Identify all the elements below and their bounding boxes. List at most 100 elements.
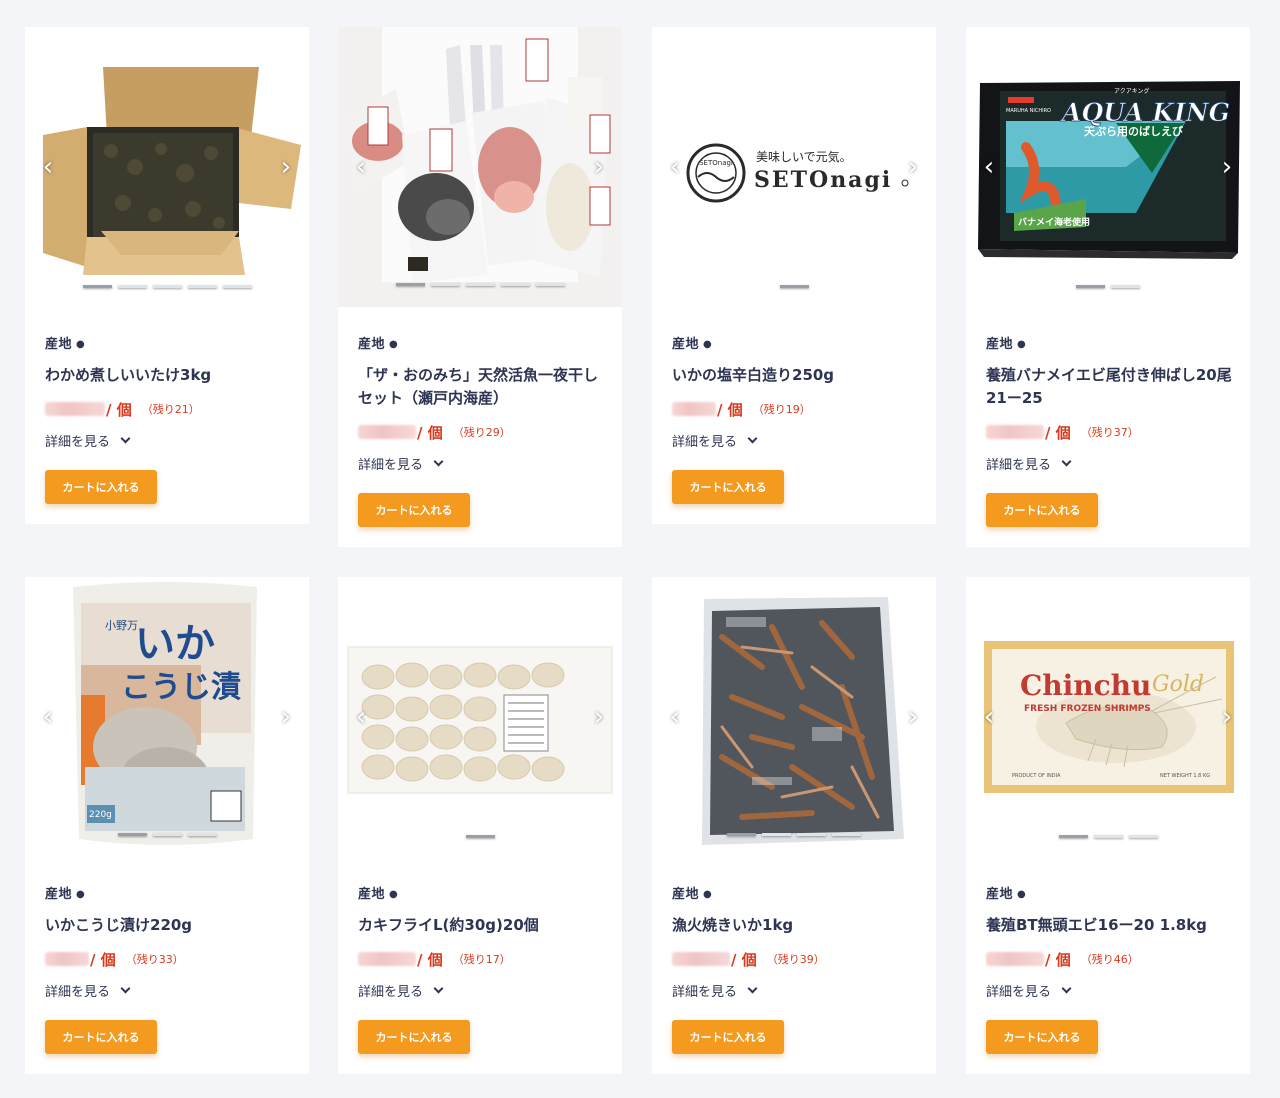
carousel-next-arrow-icon[interactable]: › — [902, 153, 924, 181]
carousel-prev-arrow-icon[interactable]: ‹ — [37, 153, 59, 181]
carousel-indicator[interactable] — [187, 285, 217, 288]
details-toggle[interactable]: 詳細を見る — [986, 981, 1236, 1000]
product-image-carousel[interactable]: AQUA KING 天ぷら用のばしえび バナメイ海老使用 アクアキング MARU… — [966, 27, 1250, 307]
carousel-prev-arrow-icon[interactable]: ‹ — [978, 153, 1000, 181]
cardboard-box-image — [43, 67, 301, 275]
product-title: カキフライL(約30g)20個 — [358, 916, 539, 934]
details-toggle[interactable]: 詳細を見る — [45, 431, 295, 450]
chinchu-gold: Gold — [1152, 672, 1204, 697]
aqua-king-subtitle: 天ぷら用のばしえび — [1084, 124, 1184, 138]
details-toggle[interactable]: 詳細を見る — [672, 431, 922, 450]
carousel-prev-arrow-icon[interactable]: ‹ — [664, 703, 686, 731]
price-row: / 個 （残り17） — [358, 949, 608, 969]
carousel-indicator[interactable] — [222, 285, 252, 288]
carousel-indicator[interactable] — [430, 283, 460, 286]
aqua-king-note: バナメイ海老使用 — [1018, 216, 1090, 228]
add-to-cart-button[interactable]: カートに入れる — [672, 470, 784, 504]
carousel-indicator[interactable] — [1058, 835, 1088, 838]
carousel-indicator[interactable] — [797, 833, 826, 836]
carousel-next-arrow-icon[interactable]: › — [588, 153, 610, 181]
carousel-indicator[interactable] — [779, 285, 809, 288]
details-toggle[interactable]: 詳細を見る — [672, 981, 922, 1000]
carousel-indicator[interactable] — [832, 833, 861, 836]
carousel-indicator[interactable] — [117, 833, 147, 836]
details-toggle[interactable]: 詳細を見る — [45, 981, 295, 1000]
chevron-down-icon — [747, 983, 758, 993]
carousel-indicator[interactable] — [762, 833, 791, 836]
origin-label: 産地 ● — [358, 887, 399, 902]
details-toggle[interactable]: 詳細を見る — [986, 454, 1236, 473]
price-value-blurred — [45, 402, 105, 416]
carousel-indicators — [25, 833, 309, 836]
carousel-prev-arrow-icon[interactable]: ‹ — [350, 153, 372, 181]
stock-remaining: （残り19） — [752, 403, 811, 416]
chevron-down-icon — [433, 983, 444, 993]
carousel-indicator[interactable] — [187, 833, 217, 836]
carousel-prev-arrow-icon[interactable]: ‹ — [978, 703, 1000, 731]
product-image-carousel[interactable]: ‹ › — [338, 27, 622, 307]
carousel-next-arrow-icon[interactable]: › — [902, 703, 924, 731]
carousel-next-arrow-icon[interactable]: › — [275, 153, 297, 181]
product-image-carousel[interactable]: ‹ › — [25, 27, 309, 307]
carousel-next-arrow-icon[interactable]: › — [588, 703, 610, 731]
chinchu-subtitle: FRESH FROZEN SHRIMPS — [1024, 704, 1151, 714]
carousel-indicator[interactable] — [117, 285, 147, 288]
add-to-cart-button[interactable]: カートに入れる — [672, 1020, 784, 1054]
add-to-cart-button[interactable]: カートに入れる — [986, 493, 1098, 527]
carousel-indicators — [338, 835, 622, 838]
add-to-cart-button[interactable]: カートに入れる — [358, 493, 470, 527]
add-to-cart-button[interactable]: カートに入れる — [358, 1020, 470, 1054]
product-card: ‹ › 産地 ● わかめ煮しいいたけ3kg / 個 （残り21） 詳細を見る カー… — [25, 27, 309, 524]
add-to-cart-button[interactable]: カートに入れる — [986, 1020, 1098, 1054]
stock-remaining: （残り39） — [766, 953, 825, 966]
carousel-indicator[interactable] — [1076, 285, 1105, 288]
origin-label: 産地 ● — [358, 337, 399, 352]
dried-fish-set-image — [338, 27, 622, 307]
pack-title-2: こうじ漬 — [121, 670, 241, 705]
aqua-king-box-image: AQUA KING 天ぷら用のばしえび バナメイ海老使用 アクアキング MARU… — [978, 81, 1240, 259]
stock-remaining: （残り37） — [1080, 426, 1139, 439]
price-row: / 個 （残り21） — [45, 399, 295, 419]
carousel-indicator[interactable] — [465, 283, 495, 286]
pack-weight: 220g — [89, 810, 112, 820]
carousel-next-arrow-icon[interactable]: › — [275, 703, 297, 731]
carousel-indicator[interactable] — [152, 285, 182, 288]
origin-label: 産地 ● — [672, 887, 713, 902]
carousel-indicator[interactable] — [1111, 285, 1140, 288]
carousel-prev-arrow-icon[interactable]: ‹ — [664, 153, 686, 181]
carousel-indicator[interactable] — [535, 283, 565, 286]
carousel-indicators — [652, 833, 936, 836]
carousel-indicator[interactable] — [465, 835, 495, 838]
details-toggle[interactable]: 詳細を見る — [358, 454, 608, 473]
carousel-indicator[interactable] — [1093, 835, 1123, 838]
product-image-carousel[interactable]: ‹ › — [652, 577, 936, 857]
carousel-prev-arrow-icon[interactable]: ‹ — [350, 703, 372, 731]
pack-maker: 小野万 — [105, 619, 138, 632]
add-to-cart-button[interactable]: カートに入れる — [45, 1020, 157, 1054]
carousel-prev-arrow-icon[interactable]: ‹ — [37, 703, 59, 731]
product-image-carousel[interactable]: Chinchu Gold FRESH FROZEN SHRIMPS PRODUC… — [966, 577, 1250, 857]
product-card: 小野万 いか こうじ漬 220g ‹ › 産地 ● いかこうじ漬け220g / 個… — [25, 577, 309, 1074]
carousel-next-arrow-icon[interactable]: › — [1216, 703, 1238, 731]
carousel-indicator[interactable] — [82, 285, 112, 288]
price-unit: / 個 — [1045, 950, 1071, 969]
price-unit: / 個 — [731, 950, 757, 969]
product-grid: ‹ › 産地 ● わかめ煮しいいたけ3kg / 個 （残り21） 詳細を見る カー… — [0, 0, 1280, 1098]
price-value-blurred — [986, 425, 1044, 439]
carousel-indicator[interactable] — [152, 833, 182, 836]
product-image-carousel[interactable]: SETOnagi 美味しいで元気。 SETOnagi ‹ › — [652, 27, 936, 307]
carousel-indicator[interactable] — [500, 283, 530, 286]
chevron-down-icon — [1061, 983, 1072, 993]
setonagi-tagline: 美味しいで元気。 — [756, 149, 852, 164]
product-image-carousel[interactable]: ‹ › — [338, 577, 622, 857]
carousel-indicators — [652, 285, 936, 288]
carousel-next-arrow-icon[interactable]: › — [1216, 153, 1238, 181]
carousel-indicator[interactable] — [395, 283, 425, 286]
chevron-down-icon — [747, 433, 758, 443]
product-image-carousel[interactable]: 小野万 いか こうじ漬 220g ‹ › — [25, 577, 309, 857]
grilled-squid-pack-image — [702, 597, 904, 845]
carousel-indicator[interactable] — [727, 833, 756, 836]
details-toggle[interactable]: 詳細を見る — [358, 981, 608, 1000]
carousel-indicator[interactable] — [1128, 835, 1158, 838]
add-to-cart-button[interactable]: カートに入れる — [45, 470, 157, 504]
